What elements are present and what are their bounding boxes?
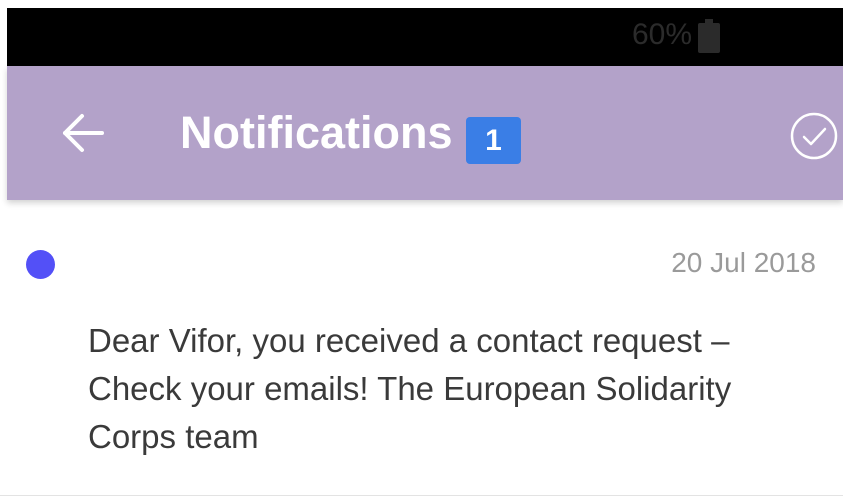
- unread-count-badge: 1: [466, 117, 521, 164]
- notification-date: 20 Jul 2018: [671, 247, 816, 278]
- notification-message: Dear Vifor, you received a contact reque…: [88, 322, 732, 455]
- divider: [0, 495, 843, 496]
- unread-indicator: [26, 250, 55, 279]
- battery-percentage: 60%: [632, 18, 693, 51]
- arrow-left-icon[interactable]: [62, 113, 104, 153]
- notifications-screen: 60% Notifications 1 20 Jul 2018 Dear Vif…: [0, 0, 843, 499]
- check-circle-icon[interactable]: [789, 111, 839, 161]
- page-title: Notifications: [180, 107, 453, 158]
- battery-icon: [698, 19, 720, 53]
